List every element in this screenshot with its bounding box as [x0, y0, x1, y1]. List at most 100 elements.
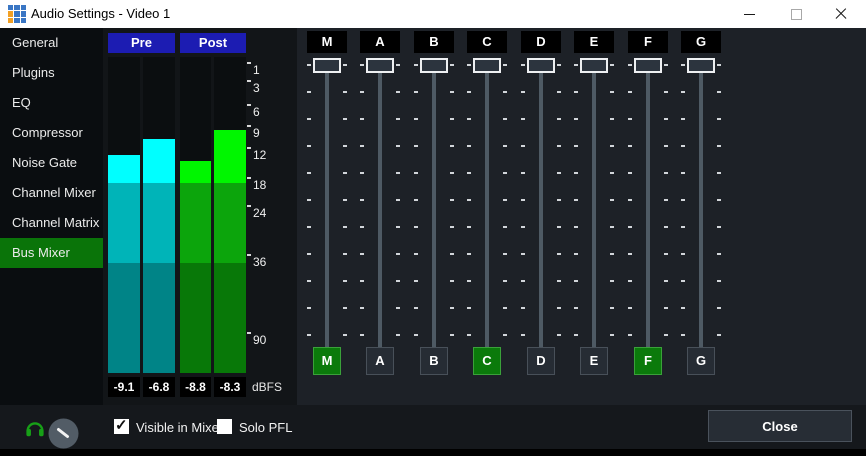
- app-grid-icon: [8, 5, 26, 23]
- minimize-button[interactable]: [732, 0, 766, 28]
- fader-column-b: B B: [408, 28, 460, 380]
- sidebar-item-channel-matrix[interactable]: Channel Matrix: [0, 208, 103, 238]
- fader-track[interactable]: [485, 66, 489, 364]
- meter-unlit: [108, 57, 140, 155]
- fader-label-e: E: [574, 31, 614, 53]
- fader-scale-ticks: [503, 64, 507, 337]
- close-icon: [835, 8, 847, 20]
- fader-handle-m[interactable]: [313, 58, 341, 73]
- fader-column-g: G G: [675, 28, 727, 380]
- level-meters-panel: Pre Post 1 3 6 9 12 18 24 36 90 -9.1 -6.…: [103, 28, 297, 449]
- db-scale-tick: [247, 332, 251, 334]
- bus-toggle-e[interactable]: E: [580, 347, 608, 375]
- fader-track[interactable]: [646, 66, 650, 364]
- fader-handle-b[interactable]: [420, 58, 448, 73]
- fader-label-d: D: [521, 31, 561, 53]
- fader-scale-ticks: [307, 64, 311, 337]
- fader-scale-ticks: [360, 64, 364, 337]
- meter-unlit: [180, 57, 211, 161]
- fader-handle-a[interactable]: [366, 58, 394, 73]
- fader-handle-f[interactable]: [634, 58, 662, 73]
- sidebar-item-general[interactable]: General: [0, 28, 103, 58]
- sidebar-item-plugins[interactable]: Plugins: [0, 58, 103, 88]
- sidebar-item-bus-mixer[interactable]: Bus Mixer: [0, 238, 103, 268]
- bus-toggle-g[interactable]: G: [687, 347, 715, 375]
- fader-scale-ticks: [343, 64, 347, 337]
- minimize-icon: [744, 14, 755, 15]
- fader-handle-d[interactable]: [527, 58, 555, 73]
- db-scale-tick: [247, 62, 251, 64]
- headphones-icon[interactable]: [24, 417, 46, 439]
- maximize-icon: [791, 9, 802, 20]
- fader-label-f: F: [628, 31, 668, 53]
- db-scale-label: 1: [253, 63, 260, 77]
- db-scale-tick: [247, 80, 251, 82]
- fader-scale-ticks: [681, 64, 685, 337]
- bus-toggle-d[interactable]: D: [527, 347, 555, 375]
- headphones-volume-knob[interactable]: [48, 418, 79, 449]
- sidebar-item-label: Plugins: [12, 65, 55, 80]
- fader-track[interactable]: [378, 66, 382, 364]
- settings-sidebar: General Plugins EQ Compressor Noise Gate…: [0, 28, 103, 449]
- fader-handle-g[interactable]: [687, 58, 715, 73]
- sidebar-item-noise-gate[interactable]: Noise Gate: [0, 148, 103, 178]
- meter-unlit: [214, 57, 246, 130]
- visible-in-mixer-label: Visible in Mixer: [136, 420, 223, 435]
- db-scale-label: 6: [253, 105, 260, 119]
- fader-scale-ticks: [717, 64, 721, 337]
- fader-track[interactable]: [699, 66, 703, 364]
- pre-meter-left: [108, 57, 140, 373]
- bus-toggle-b[interactable]: B: [420, 347, 448, 375]
- fader-label-m: M: [307, 31, 347, 53]
- close-window-button[interactable]: [824, 0, 858, 28]
- window-bottom-edge: [0, 449, 866, 456]
- sidebar-item-channel-mixer[interactable]: Channel Mixer: [0, 178, 103, 208]
- sidebar-item-label: Channel Matrix: [12, 215, 99, 230]
- close-button[interactable]: Close: [708, 410, 852, 442]
- post-left-db-readout: -8.8: [180, 377, 211, 397]
- post-meter-header: Post: [180, 33, 246, 53]
- fader-track[interactable]: [325, 66, 329, 364]
- visible-in-mixer-checkbox[interactable]: ✓: [114, 419, 129, 434]
- post-right-db-readout: -8.3: [214, 377, 246, 397]
- db-scale-label: 24: [253, 206, 266, 220]
- fader-scale-ticks: [450, 64, 454, 337]
- bus-toggle-m[interactable]: M: [313, 347, 341, 375]
- fader-handle-c[interactable]: [473, 58, 501, 73]
- post-meter-left: [180, 57, 211, 373]
- pre-left-db-readout: -9.1: [108, 377, 140, 397]
- fader-scale-ticks: [610, 64, 614, 337]
- fader-scale-ticks: [414, 64, 418, 337]
- fader-scale-ticks: [628, 64, 632, 337]
- sidebar-item-label: Channel Mixer: [12, 185, 96, 200]
- db-scale-tick: [247, 104, 251, 106]
- pre-meter-right: [143, 57, 175, 373]
- bus-toggle-c[interactable]: C: [473, 347, 501, 375]
- meter-unlit: [143, 57, 175, 139]
- solo-pfl-checkbox[interactable]: [217, 419, 232, 434]
- pre-right-db-readout: -6.8: [143, 377, 175, 397]
- db-scale-label: 3: [253, 81, 260, 95]
- fader-column-a: A A: [354, 28, 406, 380]
- title-bar: Audio Settings - Video 1: [0, 0, 866, 28]
- fader-track[interactable]: [592, 66, 596, 364]
- pre-meter-header: Pre: [108, 33, 175, 53]
- db-scale-label: 36: [253, 255, 266, 269]
- db-scale-tick: [247, 205, 251, 207]
- bus-toggle-a[interactable]: A: [366, 347, 394, 375]
- db-scale-label: 18: [253, 178, 266, 192]
- maximize-button: [779, 0, 813, 28]
- sidebar-item-eq[interactable]: EQ: [0, 88, 103, 118]
- fader-track[interactable]: [539, 66, 543, 364]
- fader-scale-ticks: [574, 64, 578, 337]
- sidebar-item-compressor[interactable]: Compressor: [0, 118, 103, 148]
- fader-track[interactable]: [432, 66, 436, 364]
- fader-handle-e[interactable]: [580, 58, 608, 73]
- fader-label-a: A: [360, 31, 400, 53]
- sidebar-item-label: Bus Mixer: [12, 245, 70, 260]
- sidebar-item-label: General: [12, 35, 58, 50]
- post-meter-right: [214, 57, 246, 373]
- bus-toggle-f[interactable]: F: [634, 347, 662, 375]
- sidebar-item-label: EQ: [12, 95, 31, 110]
- audio-settings-window: Audio Settings - Video 1 General Plugins…: [0, 0, 866, 456]
